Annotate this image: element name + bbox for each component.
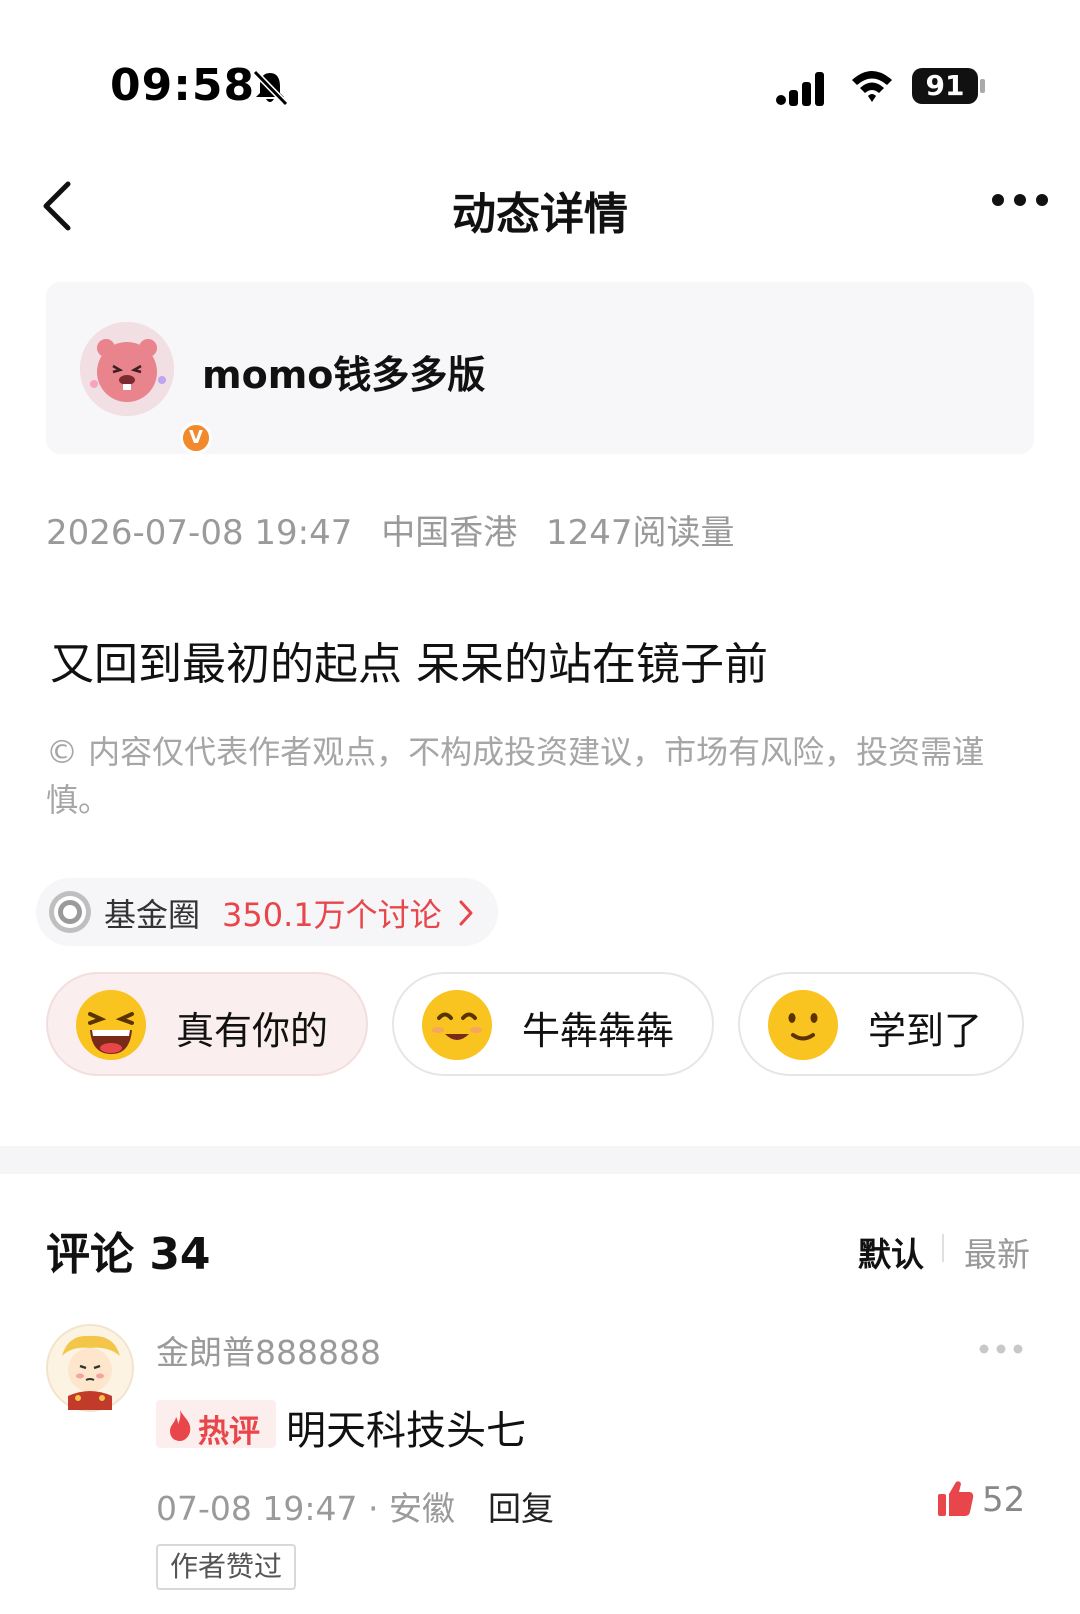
status-time: 09:58 bbox=[110, 60, 256, 111]
commenter-avatar-image bbox=[48, 1326, 132, 1410]
page-title: 动态详情 bbox=[452, 189, 628, 240]
comment-meta: 07-08 19:47 · 安徽 bbox=[156, 1489, 455, 1528]
comment-username[interactable]: 金朗普888888 bbox=[156, 1326, 381, 1374]
topic-circle-icon bbox=[49, 891, 91, 933]
topic-pill[interactable]: 基金圈 350.1万个讨论 bbox=[36, 878, 498, 946]
nav-bar: 动态详情 bbox=[0, 160, 1080, 250]
topic-name: 基金圈 bbox=[104, 896, 201, 934]
reaction-button-1[interactable]: 真有你的 bbox=[46, 972, 368, 1076]
battery-cap bbox=[980, 79, 985, 93]
post-reads: 1247阅读量 bbox=[546, 513, 735, 553]
more-dots-icon[interactable] bbox=[990, 190, 1050, 210]
comment-text: 明天科技头七 bbox=[286, 1408, 526, 1454]
wifi-icon bbox=[852, 71, 892, 102]
post-location: 中国香港 bbox=[381, 513, 518, 553]
reaction-label-1: 真有你的 bbox=[176, 1009, 329, 1053]
reply-button[interactable]: 回复 bbox=[488, 1482, 554, 1530]
hot-comment-badge: 热评 bbox=[156, 1400, 276, 1450]
sort-latest-tab[interactable]: 最新 bbox=[964, 1228, 1030, 1276]
smiling-emoji-icon bbox=[422, 990, 492, 1060]
avatar-image bbox=[80, 322, 174, 416]
hot-comment-label: 热评 bbox=[198, 1414, 260, 1450]
comments-title: 评论 34 bbox=[46, 1229, 211, 1280]
reaction-label-3: 学到了 bbox=[868, 1009, 983, 1053]
disclaimer: © 内容仅代表作者观点，不构成投资建议，市场有风险，投资需谨慎。 bbox=[46, 733, 985, 819]
sort-separator bbox=[942, 1234, 944, 1262]
battery-icon: 91 bbox=[912, 66, 986, 106]
status-bar: 09:58 91 bbox=[0, 0, 1080, 150]
comment-more-icon[interactable] bbox=[978, 1342, 1024, 1356]
sort-default-tab[interactable]: 默认 bbox=[858, 1228, 924, 1276]
battery-level: 91 bbox=[912, 68, 978, 104]
section-divider bbox=[0, 1146, 1080, 1174]
reaction-button-3[interactable]: 学到了 bbox=[738, 972, 1024, 1076]
comment-avatar[interactable] bbox=[46, 1324, 134, 1412]
post-title: 又回到最初的起点 呆呆的站在镜子前 bbox=[50, 639, 768, 690]
signal-icon bbox=[776, 72, 824, 106]
post-datetime: 2026-07-08 19:47 bbox=[46, 513, 353, 553]
like-count: 52 bbox=[982, 1480, 1026, 1520]
verified-badge: V bbox=[180, 422, 212, 454]
reaction-label-2: 牛犇犇犇 bbox=[522, 1009, 675, 1053]
author-avatar[interactable]: V bbox=[80, 322, 212, 454]
bell-off-icon bbox=[252, 69, 289, 107]
reaction-button-2[interactable]: 牛犇犇犇 bbox=[392, 972, 714, 1076]
post-meta: 2026-07-08 19:47 中国香港 1247阅读量 bbox=[46, 505, 753, 554]
flame-icon bbox=[170, 1410, 191, 1441]
author-card[interactable]: V momo钱多多版 bbox=[46, 282, 1034, 454]
topic-count: 350.1万个讨论 bbox=[222, 896, 442, 934]
author-liked-badge: 作者赞过 bbox=[156, 1544, 297, 1590]
chevron-right-icon bbox=[459, 900, 473, 926]
slight-smile-emoji-icon bbox=[768, 990, 838, 1060]
thumbs-up-icon[interactable] bbox=[936, 1478, 976, 1518]
author-name[interactable]: momo钱多多版 bbox=[202, 344, 485, 399]
laughing-emoji-icon bbox=[76, 990, 146, 1060]
